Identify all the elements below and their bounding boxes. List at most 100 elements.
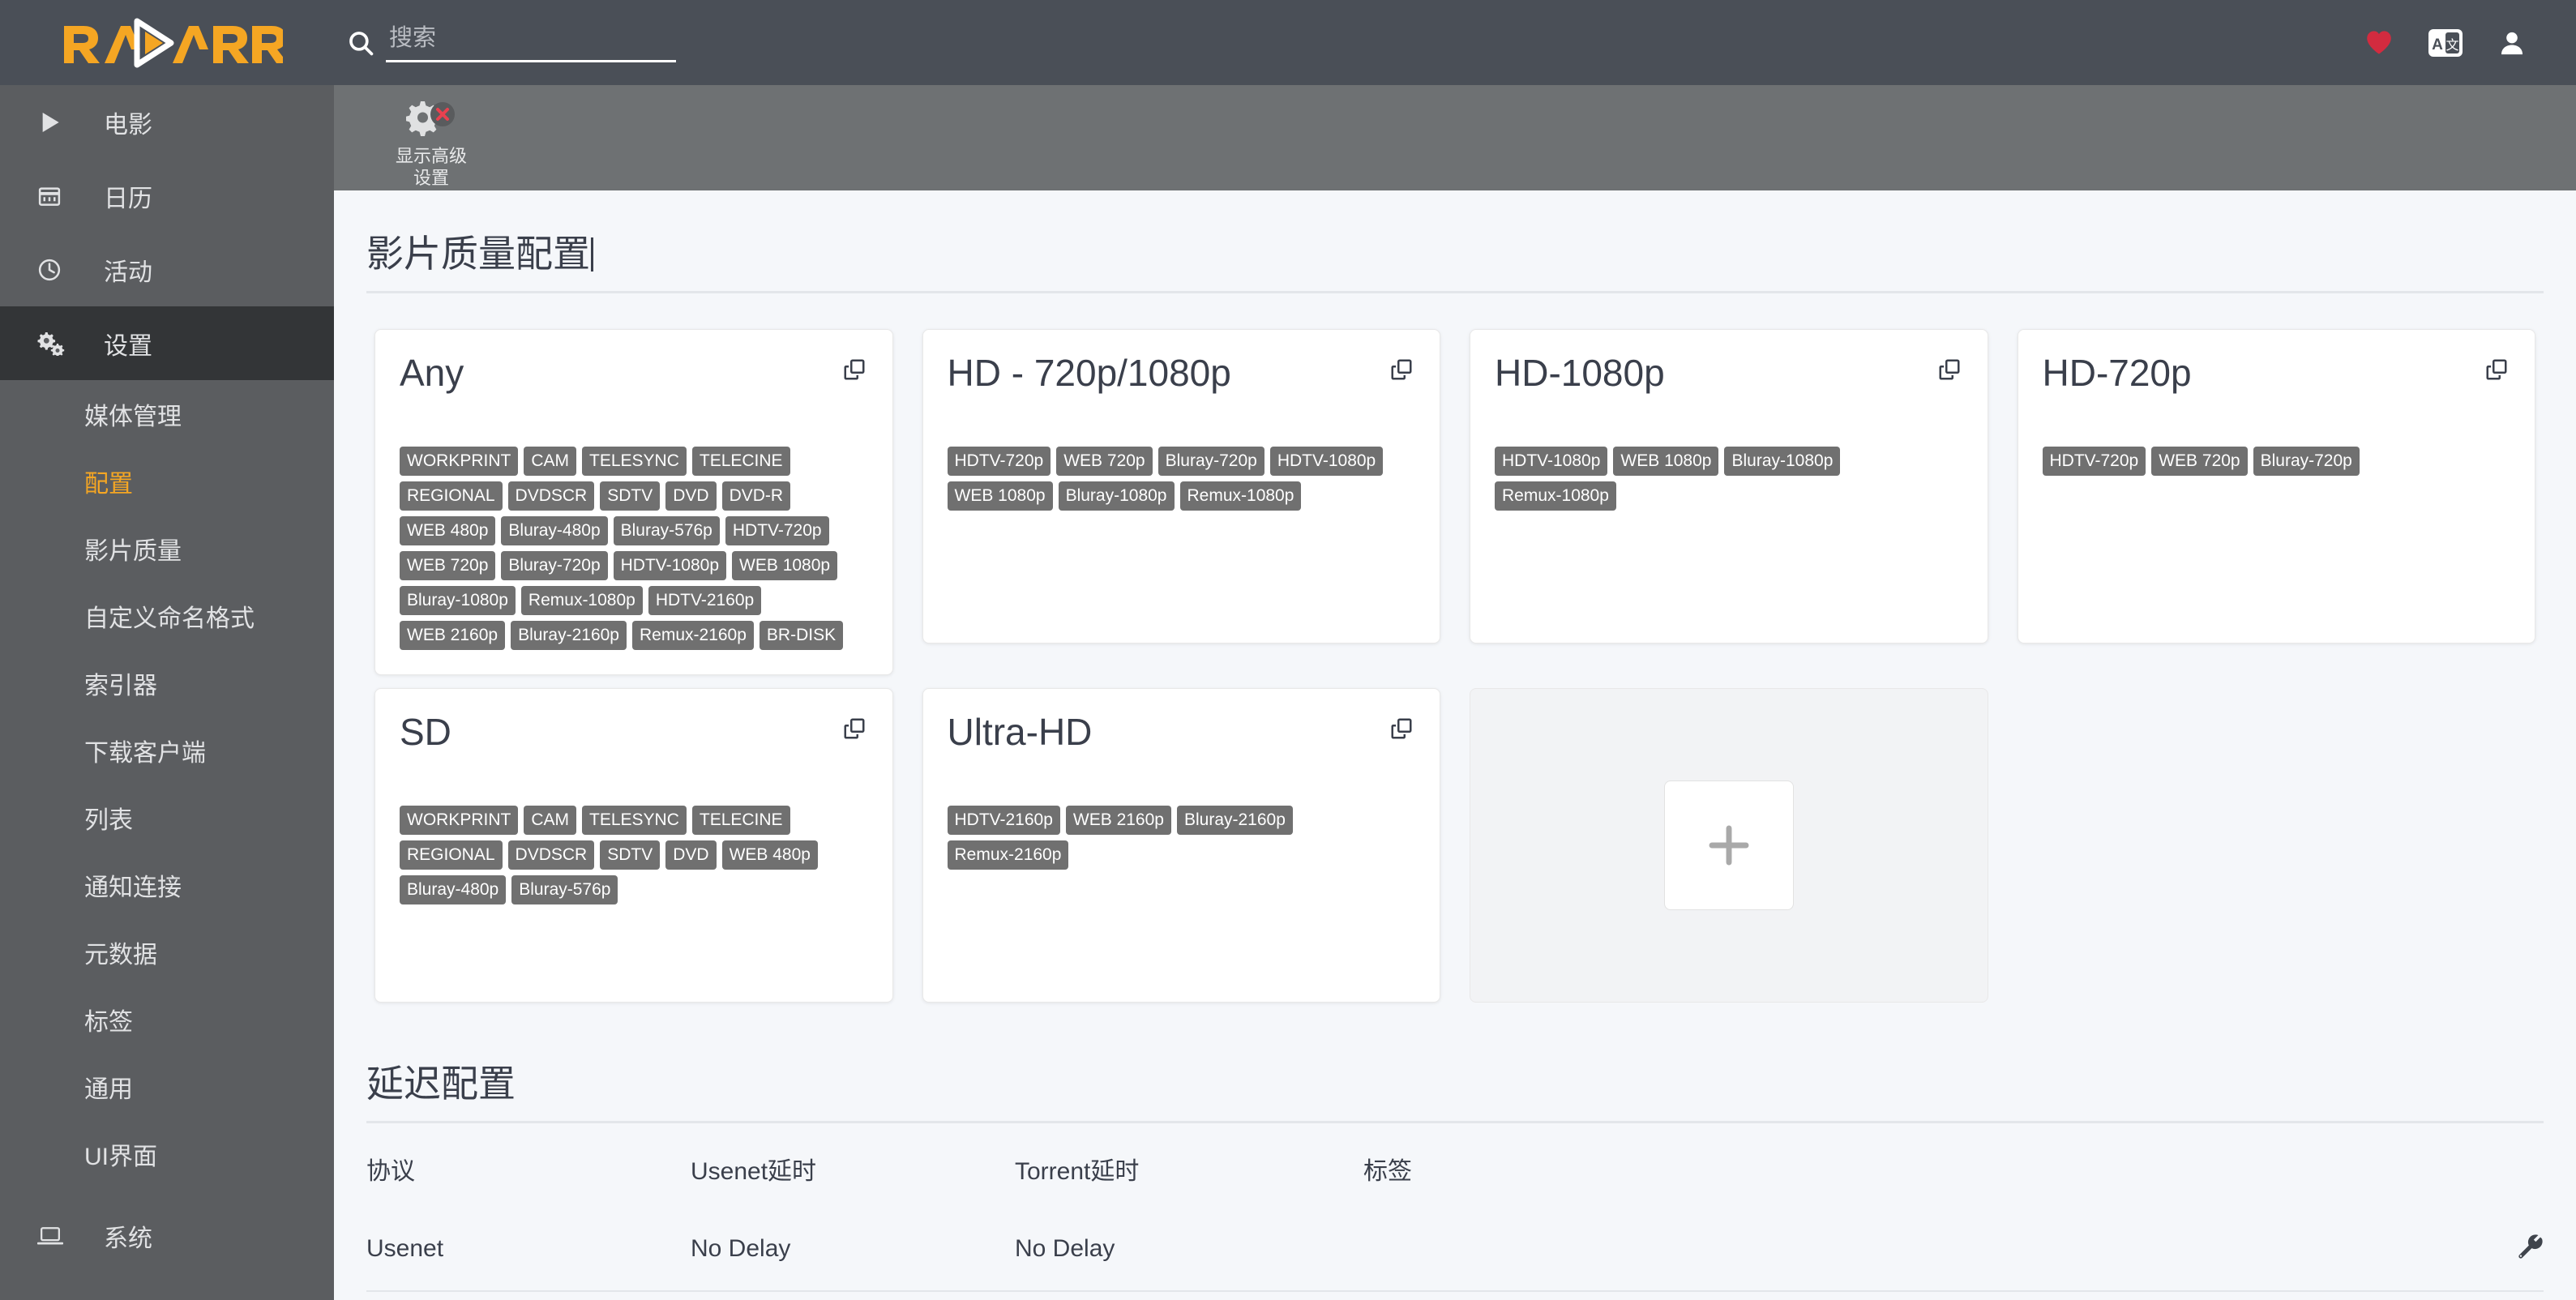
quality-tag-list: HDTV-720pWEB 720pBluray-720p <box>2043 447 2511 476</box>
quality-tag: WEB 2160p <box>400 621 505 650</box>
app-header: A 文 <box>0 0 2576 85</box>
wrench-icon[interactable] <box>2516 1232 2544 1266</box>
sidebar-item-quality[interactable]: 影片质量 <box>0 515 334 582</box>
sidebar-item-movies[interactable]: 电影 <box>0 85 334 159</box>
quality-tag: HDTV-2160p <box>648 586 761 615</box>
add-quality-profile-button[interactable] <box>1470 688 1988 1003</box>
quality-profile-header: HD-1080p <box>1495 351 1963 395</box>
quality-tag: HDTV-720p <box>2043 447 2146 476</box>
clone-icon[interactable] <box>1929 351 1963 386</box>
column-header-tags: 标签 <box>1363 1151 2495 1187</box>
sidebar-item-calendar[interactable]: 日历 <box>0 159 334 233</box>
sidebar-subitem-label: 下载客户端 <box>84 733 206 768</box>
quality-tag: Bluray-720p <box>2253 447 2360 476</box>
search-input[interactable] <box>386 24 676 62</box>
sidebar-item-lists[interactable]: 列表 <box>0 784 334 851</box>
toggle-advanced-settings-button[interactable]: 显示高级 设置 <box>366 96 496 189</box>
clone-icon[interactable] <box>1381 710 1415 745</box>
clone-icon[interactable] <box>1381 351 1415 386</box>
sidebar-item-connect[interactable]: 通知连接 <box>0 851 334 918</box>
sidebar-item-download-clients[interactable]: 下载客户端 <box>0 716 334 784</box>
column-header-usenet-delay: Usenet延时 <box>691 1151 1015 1187</box>
quality-tag: Remux-2160p <box>948 840 1069 870</box>
plus-icon <box>1664 780 1794 910</box>
play-icon <box>37 109 75 135</box>
quality-tag: Remux-1080p <box>521 586 643 615</box>
quality-profile-card[interactable]: HD - 720p/1080pHDTV-720pWEB 720pBluray-7… <box>922 329 1441 644</box>
toggle-advanced-settings-label: 显示高级 设置 <box>396 145 467 189</box>
translate-icon[interactable]: A 文 <box>2428 29 2463 57</box>
sidebar-item-label: 系统 <box>104 1218 152 1254</box>
header-actions: A 文 <box>2365 29 2576 57</box>
quality-tag: WEB 2160p <box>1066 806 1171 835</box>
quality-profile-header: Any <box>400 351 868 395</box>
page-toolbar: 显示高级 设置 <box>334 85 2576 190</box>
table-header-row: 协议 Usenet延时 Torrent延时 标签 <box>366 1123 2544 1211</box>
quality-tag-list: HDTV-2160pWEB 2160pBluray-2160pRemux-216… <box>948 806 1416 870</box>
gears-icon <box>37 331 75 356</box>
quality-profile-name: HD-1080p <box>1495 351 1665 395</box>
quality-tag: WEB 720p <box>1056 447 1152 476</box>
sidebar-item-tags[interactable]: 标签 <box>0 986 334 1053</box>
quality-profile-card[interactable]: SDWORKPRINTCAMTELESYNCTELECINEREGIONALDV… <box>374 688 893 1003</box>
sidebar-item-settings[interactable]: 设置 <box>0 306 334 380</box>
quality-tag-list: HDTV-1080pWEB 1080pBluray-1080pRemux-108… <box>1495 447 1963 511</box>
quality-tag: WORKPRINT <box>400 447 518 476</box>
sidebar-item-custom-formats[interactable]: 自定义命名格式 <box>0 582 334 649</box>
add-delay-profile-row <box>366 1292 2544 1300</box>
quality-tag: Bluray-576p <box>614 516 720 545</box>
sidebar-subitem-label: 配置 <box>84 464 133 499</box>
heart-icon[interactable] <box>2365 30 2393 55</box>
user-icon[interactable] <box>2498 29 2526 57</box>
quality-profiles-grid: AnyWORKPRINTCAMTELESYNCTELECINEREGIONALD… <box>334 293 2576 1009</box>
clone-icon[interactable] <box>834 710 868 745</box>
search-icon[interactable] <box>342 24 379 62</box>
sidebar-item-ui[interactable]: UI界面 <box>0 1120 334 1187</box>
sidebar-subitem-label: 通知连接 <box>84 867 182 903</box>
sidebar-subitem-label: 自定义命名格式 <box>84 598 255 634</box>
quality-profile-slot: AnyWORKPRINTCAMTELESYNCTELECINEREGIONALD… <box>360 323 908 682</box>
sidebar-item-profiles[interactable]: 配置 <box>0 447 334 515</box>
quality-profile-card[interactable]: HD-1080p HDTV-1080pWEB 1080pBluray-1080pR… <box>1470 329 1988 644</box>
sidebar-item-media-management[interactable]: 媒体管理 <box>0 380 334 447</box>
quality-tag: HDTV-1080p <box>614 551 726 580</box>
quality-tag: WORKPRINT <box>400 806 518 835</box>
quality-profile-card[interactable]: HD-720p HDTV-720pWEB 720pBluray-720p <box>2018 329 2536 644</box>
quality-tag: WEB 1080p <box>732 551 837 580</box>
quality-tag: Bluray-480p <box>501 516 607 545</box>
quality-tag: Bluray-1080p <box>1059 481 1175 511</box>
sidebar-item-activity[interactable]: 活动 <box>0 233 334 306</box>
main-content: 影片质量配置 AnyWORKPRINTCAMTELESYNCTELECINERE… <box>334 190 2576 1300</box>
clone-icon[interactable] <box>834 351 868 386</box>
sidebar-item-metadata[interactable]: 元数据 <box>0 918 334 986</box>
quality-profile-slot: Ultra-HD HDTV-2160pWEB 2160pBluray-2160pR… <box>908 682 1456 1009</box>
quality-profile-slot: HD - 720p/1080pHDTV-720pWEB 720pBluray-7… <box>908 323 1456 682</box>
quality-profile-slot: HD-1080p HDTV-1080pWEB 1080pBluray-1080pR… <box>1455 323 2003 682</box>
sidebar-subitem-label: 标签 <box>84 1002 133 1037</box>
sidebar-subitem-label: 元数据 <box>84 934 157 970</box>
text-cursor <box>591 237 593 272</box>
sidebar-subitem-label: 索引器 <box>84 665 157 701</box>
quality-tag: DVD <box>665 481 716 511</box>
sidebar-item-general[interactable]: 通用 <box>0 1053 334 1120</box>
table-row[interactable]: Usenet No Delay No Delay <box>366 1211 2544 1292</box>
quality-profile-card[interactable]: Ultra-HD HDTV-2160pWEB 2160pBluray-2160pR… <box>922 688 1441 1003</box>
quality-profile-name: Ultra-HD <box>948 710 1093 754</box>
clone-icon[interactable] <box>2476 351 2510 386</box>
cell-torrent-delay: No Delay <box>1015 1235 1363 1263</box>
quality-profile-name: HD-720p <box>2043 351 2192 395</box>
svg-text:A: A <box>2432 36 2443 53</box>
quality-tag: WEB 720p <box>400 551 495 580</box>
sidebar-item-indexers[interactable]: 索引器 <box>0 649 334 716</box>
quality-tag: TELESYNC <box>582 806 687 835</box>
sidebar-item-system[interactable]: 系统 <box>0 1199 334 1272</box>
clock-icon <box>37 258 75 282</box>
radarr-logo-icon <box>59 18 283 68</box>
quality-tag: TELECINE <box>692 806 790 835</box>
app-logo[interactable] <box>0 0 334 85</box>
quality-tag: WEB 1080p <box>948 481 1053 511</box>
quality-tag: WEB 1080p <box>1613 447 1718 476</box>
quality-tag: REGIONAL <box>400 481 503 511</box>
quality-tag: DVDSCR <box>508 840 595 870</box>
quality-profile-card[interactable]: AnyWORKPRINTCAMTELESYNCTELECINEREGIONALD… <box>374 329 893 675</box>
